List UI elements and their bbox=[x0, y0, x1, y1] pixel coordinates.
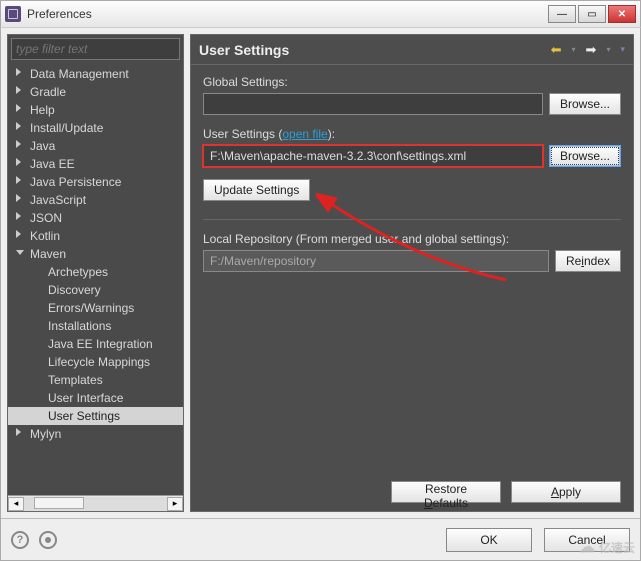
tree-item[interactable]: Maven bbox=[8, 245, 183, 263]
local-repo-input bbox=[203, 250, 549, 272]
tree-item[interactable]: Errors/Warnings bbox=[8, 299, 183, 317]
preferences-tree[interactable]: Data ManagementGradleHelpInstall/UpdateJ… bbox=[8, 63, 183, 495]
scroll-left-button[interactable]: ◂ bbox=[8, 497, 24, 511]
restore-defaults-button[interactable]: Restore Defaults bbox=[391, 481, 501, 503]
button-bar: OK Cancel bbox=[1, 518, 640, 560]
tree-item[interactable]: JavaScript bbox=[8, 191, 183, 209]
tree-item[interactable]: Help bbox=[8, 101, 183, 119]
scroll-track[interactable] bbox=[24, 497, 167, 511]
scroll-thumb[interactable] bbox=[34, 497, 84, 509]
global-settings-input[interactable] bbox=[203, 93, 543, 115]
local-repo-label: Local Repository (From merged user and g… bbox=[203, 232, 621, 246]
maximize-button[interactable]: ▭ bbox=[578, 5, 606, 23]
tree-item[interactable]: Archetypes bbox=[8, 263, 183, 281]
reindex-button[interactable]: Reindex bbox=[555, 250, 621, 272]
help-icon[interactable] bbox=[11, 531, 29, 549]
tree-item[interactable]: Java bbox=[8, 137, 183, 155]
tree-item[interactable]: Gradle bbox=[8, 83, 183, 101]
settings-panel: User Settings ⬅ ▾ ➡ ▾ ▾ Global Settings:… bbox=[190, 34, 634, 512]
window-title: Preferences bbox=[27, 7, 548, 21]
tree-panel: Data ManagementGradleHelpInstall/UpdateJ… bbox=[7, 34, 184, 512]
tree-item[interactable]: Discovery bbox=[8, 281, 183, 299]
global-browse-button[interactable]: Browse... bbox=[549, 93, 621, 115]
dialog-frame: Data ManagementGradleHelpInstall/UpdateJ… bbox=[0, 28, 641, 561]
history-dropdown-icon[interactable]: ▾ bbox=[572, 45, 576, 54]
ok-button[interactable]: OK bbox=[446, 528, 532, 552]
titlebar: Preferences — ▭ ✕ bbox=[0, 0, 641, 28]
update-settings-button[interactable]: Update Settings bbox=[203, 179, 310, 201]
back-icon[interactable]: ⬅ bbox=[551, 42, 562, 58]
tree-hscrollbar[interactable]: ◂ ▸ bbox=[8, 495, 183, 511]
tree-item[interactable]: Lifecycle Mappings bbox=[8, 353, 183, 371]
user-browse-button[interactable]: Browse... bbox=[549, 145, 621, 167]
progress-icon[interactable] bbox=[39, 531, 57, 549]
nav-arrows: ⬅ ▾ ➡ ▾ ▾ bbox=[551, 42, 625, 58]
cancel-button[interactable]: Cancel bbox=[544, 528, 630, 552]
global-settings-label: Global Settings: bbox=[203, 75, 621, 89]
menu-dropdown-icon[interactable]: ▾ bbox=[620, 44, 625, 55]
tree-item[interactable]: Java EE Integration bbox=[8, 335, 183, 353]
page-title: User Settings bbox=[199, 42, 551, 58]
tree-item[interactable]: Install/Update bbox=[8, 119, 183, 137]
scroll-right-button[interactable]: ▸ bbox=[167, 497, 183, 511]
tree-item[interactable]: JSON bbox=[8, 209, 183, 227]
tree-item[interactable]: Templates bbox=[8, 371, 183, 389]
tree-item[interactable]: Java EE bbox=[8, 155, 183, 173]
page-body: Global Settings: Browse... User Settings… bbox=[191, 65, 633, 511]
forward-icon[interactable]: ➡ bbox=[586, 42, 597, 58]
separator bbox=[203, 219, 621, 220]
tree-item[interactable]: Kotlin bbox=[8, 227, 183, 245]
user-settings-input[interactable] bbox=[203, 145, 543, 167]
filter-input[interactable] bbox=[11, 38, 180, 60]
page-header: User Settings ⬅ ▾ ➡ ▾ ▾ bbox=[191, 35, 633, 65]
tree-item[interactable]: User Settings bbox=[8, 407, 183, 425]
tree-item[interactable]: Data Management bbox=[8, 65, 183, 83]
app-icon bbox=[5, 6, 21, 22]
close-button[interactable]: ✕ bbox=[608, 5, 636, 23]
user-settings-label: User Settings (open file): bbox=[203, 127, 621, 141]
tree-item[interactable]: Installations bbox=[8, 317, 183, 335]
apply-button[interactable]: Apply bbox=[511, 481, 621, 503]
forward-dropdown-icon[interactable]: ▾ bbox=[606, 45, 610, 54]
open-file-link[interactable]: open file bbox=[282, 127, 327, 141]
tree-item[interactable]: Java Persistence bbox=[8, 173, 183, 191]
tree-item[interactable]: Mylyn bbox=[8, 425, 183, 443]
tree-item[interactable]: User Interface bbox=[8, 389, 183, 407]
minimize-button[interactable]: — bbox=[548, 5, 576, 23]
